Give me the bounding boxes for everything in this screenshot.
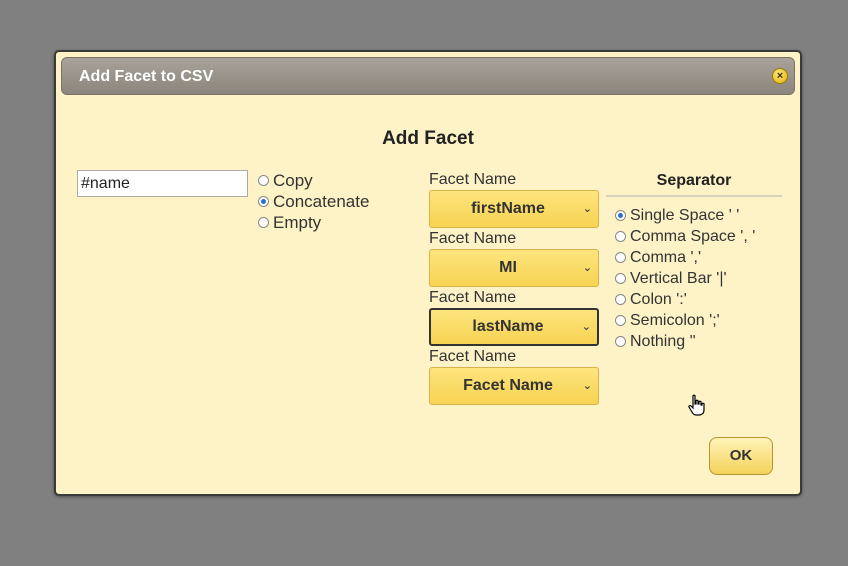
dialog-title: Add Facet to CSV xyxy=(79,68,214,85)
facet-label: Facet Name xyxy=(429,348,517,365)
chevron-down-icon: ⌄ xyxy=(581,321,591,333)
chevron-down-icon: ⌄ xyxy=(582,262,592,274)
facet-select-value: Facet Name xyxy=(463,377,553,394)
separator-option-single-space[interactable]: Single Space ' ' xyxy=(615,205,782,226)
separator-radio[interactable] xyxy=(615,294,626,305)
mode-option-concatenate[interactable]: Concatenate xyxy=(258,191,369,212)
separator-label: Comma ',' xyxy=(630,248,702,266)
separator-option-comma-space[interactable]: Comma Space ', ' xyxy=(615,226,782,247)
mode-label: Empty xyxy=(273,212,322,232)
separator-radio[interactable] xyxy=(615,231,626,242)
close-icon[interactable]: × xyxy=(772,68,788,84)
mode-option-copy[interactable]: Copy xyxy=(258,170,369,191)
facet-name-input[interactable] xyxy=(77,170,248,197)
facet-select-1[interactable]: firstName ⌄ xyxy=(429,190,599,228)
facet-label: Facet Name xyxy=(429,289,517,306)
facet-label: Facet Name xyxy=(429,230,517,247)
mode-option-empty[interactable]: Empty xyxy=(258,212,369,233)
mode-label: Concatenate xyxy=(273,191,370,211)
separator-option-nothing[interactable]: Nothing '' xyxy=(615,331,782,352)
separator-label: Nothing '' xyxy=(630,332,696,350)
separator-label: Vertical Bar '|' xyxy=(630,269,727,287)
add-facet-dialog: Add Facet to CSV × Add Facet Copy Concat… xyxy=(54,50,802,496)
separator-label: Semicolon ';' xyxy=(630,311,720,329)
dialog-titlebar[interactable]: Add Facet to CSV × xyxy=(61,57,795,95)
ok-button[interactable]: OK xyxy=(709,437,773,475)
hand-pointer-icon xyxy=(688,394,705,416)
separator-label: Comma Space ', ' xyxy=(630,227,756,245)
separator-radio[interactable] xyxy=(615,210,626,221)
mode-radio[interactable] xyxy=(258,196,269,207)
separator-radio[interactable] xyxy=(615,336,626,347)
facet-select-4[interactable]: Facet Name ⌄ xyxy=(429,367,599,405)
mode-label: Copy xyxy=(273,170,313,190)
separator-option-comma[interactable]: Comma ',' xyxy=(615,247,782,268)
facet-label: Facet Name xyxy=(429,171,517,188)
facet-select-3[interactable]: lastName ⌄ xyxy=(429,308,599,346)
mode-radio[interactable] xyxy=(258,217,269,228)
separator-radio-group: Single Space ' ' Comma Space ', ' Comma … xyxy=(606,205,782,352)
facet-select-value: lastName xyxy=(472,318,544,335)
dialog-heading: Add Facet xyxy=(382,128,474,149)
separator-column: Separator Single Space ' ' Comma Space '… xyxy=(606,170,782,352)
separator-option-colon[interactable]: Colon ':' xyxy=(615,289,782,310)
mode-radio[interactable] xyxy=(258,175,269,186)
separator-option-semicolon[interactable]: Semicolon ';' xyxy=(615,310,782,331)
chevron-down-icon: ⌄ xyxy=(582,203,592,215)
facet-select-value: firstName xyxy=(471,200,545,217)
mode-radio-group: Copy Concatenate Empty xyxy=(258,170,369,233)
separator-radio[interactable] xyxy=(615,315,626,326)
separator-radio[interactable] xyxy=(615,252,626,263)
separator-label: Colon ':' xyxy=(630,290,687,308)
separator-label: Single Space ' ' xyxy=(630,206,740,224)
facet-select-column: Facet Name firstName ⌄ Facet Name MI ⌄ F… xyxy=(429,170,601,406)
facet-select-value: MI xyxy=(499,259,517,276)
separator-option-vertical-bar[interactable]: Vertical Bar '|' xyxy=(615,268,782,289)
separator-radio[interactable] xyxy=(615,273,626,284)
separator-heading: Separator xyxy=(606,170,782,197)
facet-select-2[interactable]: MI ⌄ xyxy=(429,249,599,287)
chevron-down-icon: ⌄ xyxy=(582,380,592,392)
